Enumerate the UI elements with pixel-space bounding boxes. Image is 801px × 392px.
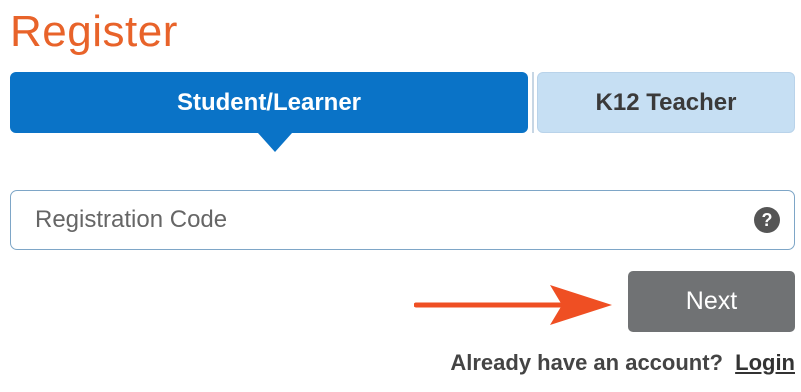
arrow-right-icon [414, 285, 612, 325]
registration-code-input[interactable] [11, 191, 751, 248]
tab-student-learner-label: Student/Learner [176, 88, 362, 116]
account-row: Already have an account? Login [450, 350, 795, 376]
login-link[interactable]: Login [735, 350, 795, 375]
tab-divider [532, 72, 534, 133]
next-button[interactable]: Next [628, 271, 795, 332]
tab-k12-teacher[interactable]: K12 Teacher [537, 72, 795, 133]
tab-k12-teacher-label: K12 Teacher [595, 88, 737, 116]
registration-code-field: ? [10, 190, 795, 250]
page-title: Register [10, 7, 178, 56]
question-circle-icon[interactable]: ? [754, 207, 780, 233]
tab-student-learner[interactable]: Student/Learner [10, 72, 528, 133]
register-page: Register Student/Learner K12 Teacher ? N… [0, 0, 801, 392]
account-prompt: Already have an account? [450, 350, 723, 375]
active-tab-pointer [258, 133, 292, 152]
role-tabs: Student/Learner K12 Teacher [10, 72, 795, 152]
